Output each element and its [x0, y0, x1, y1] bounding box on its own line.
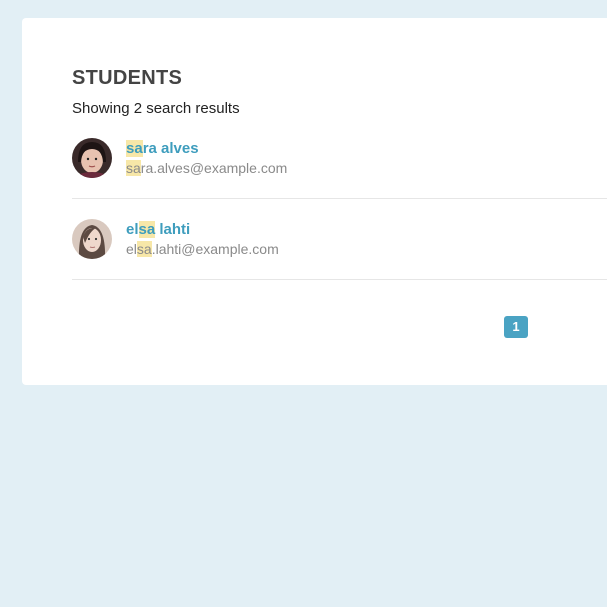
name-rest: ra alves [142, 140, 199, 157]
email-highlight: sa [136, 241, 152, 257]
avatar[interactable] [72, 219, 112, 259]
email-rest: ra.alves@example.com [140, 160, 288, 176]
student-email: sara.alves@example.com [126, 160, 287, 177]
pagination-page-button[interactable]: 1 [504, 316, 528, 338]
results-summary: Showing 2 search results [72, 100, 240, 117]
student-email: elsa.lahti@example.com [126, 241, 279, 258]
student-name[interactable]: elsa lahti [126, 221, 190, 239]
email-prefix: el [126, 241, 137, 257]
student-row[interactable]: sara alves sara.alves@example.com [72, 118, 607, 199]
user-avatar-dark-hair-icon [72, 138, 112, 178]
students-card: STUDENTS Showing 2 search results sara a… [22, 18, 607, 385]
avatar[interactable] [72, 138, 112, 178]
page-title: STUDENTS [72, 67, 183, 89]
email-highlight: sa [126, 160, 141, 176]
name-highlight: sa [126, 140, 143, 157]
email-rest: .lahti@example.com [151, 241, 279, 257]
student-row[interactable]: elsa lahti elsa.lahti@example.com [72, 199, 607, 280]
name-prefix: el [126, 221, 139, 238]
user-avatar-long-hair-icon [72, 219, 112, 259]
name-highlight: sa [138, 221, 156, 238]
student-name[interactable]: sara alves [126, 140, 199, 158]
name-rest: lahti [155, 221, 191, 238]
